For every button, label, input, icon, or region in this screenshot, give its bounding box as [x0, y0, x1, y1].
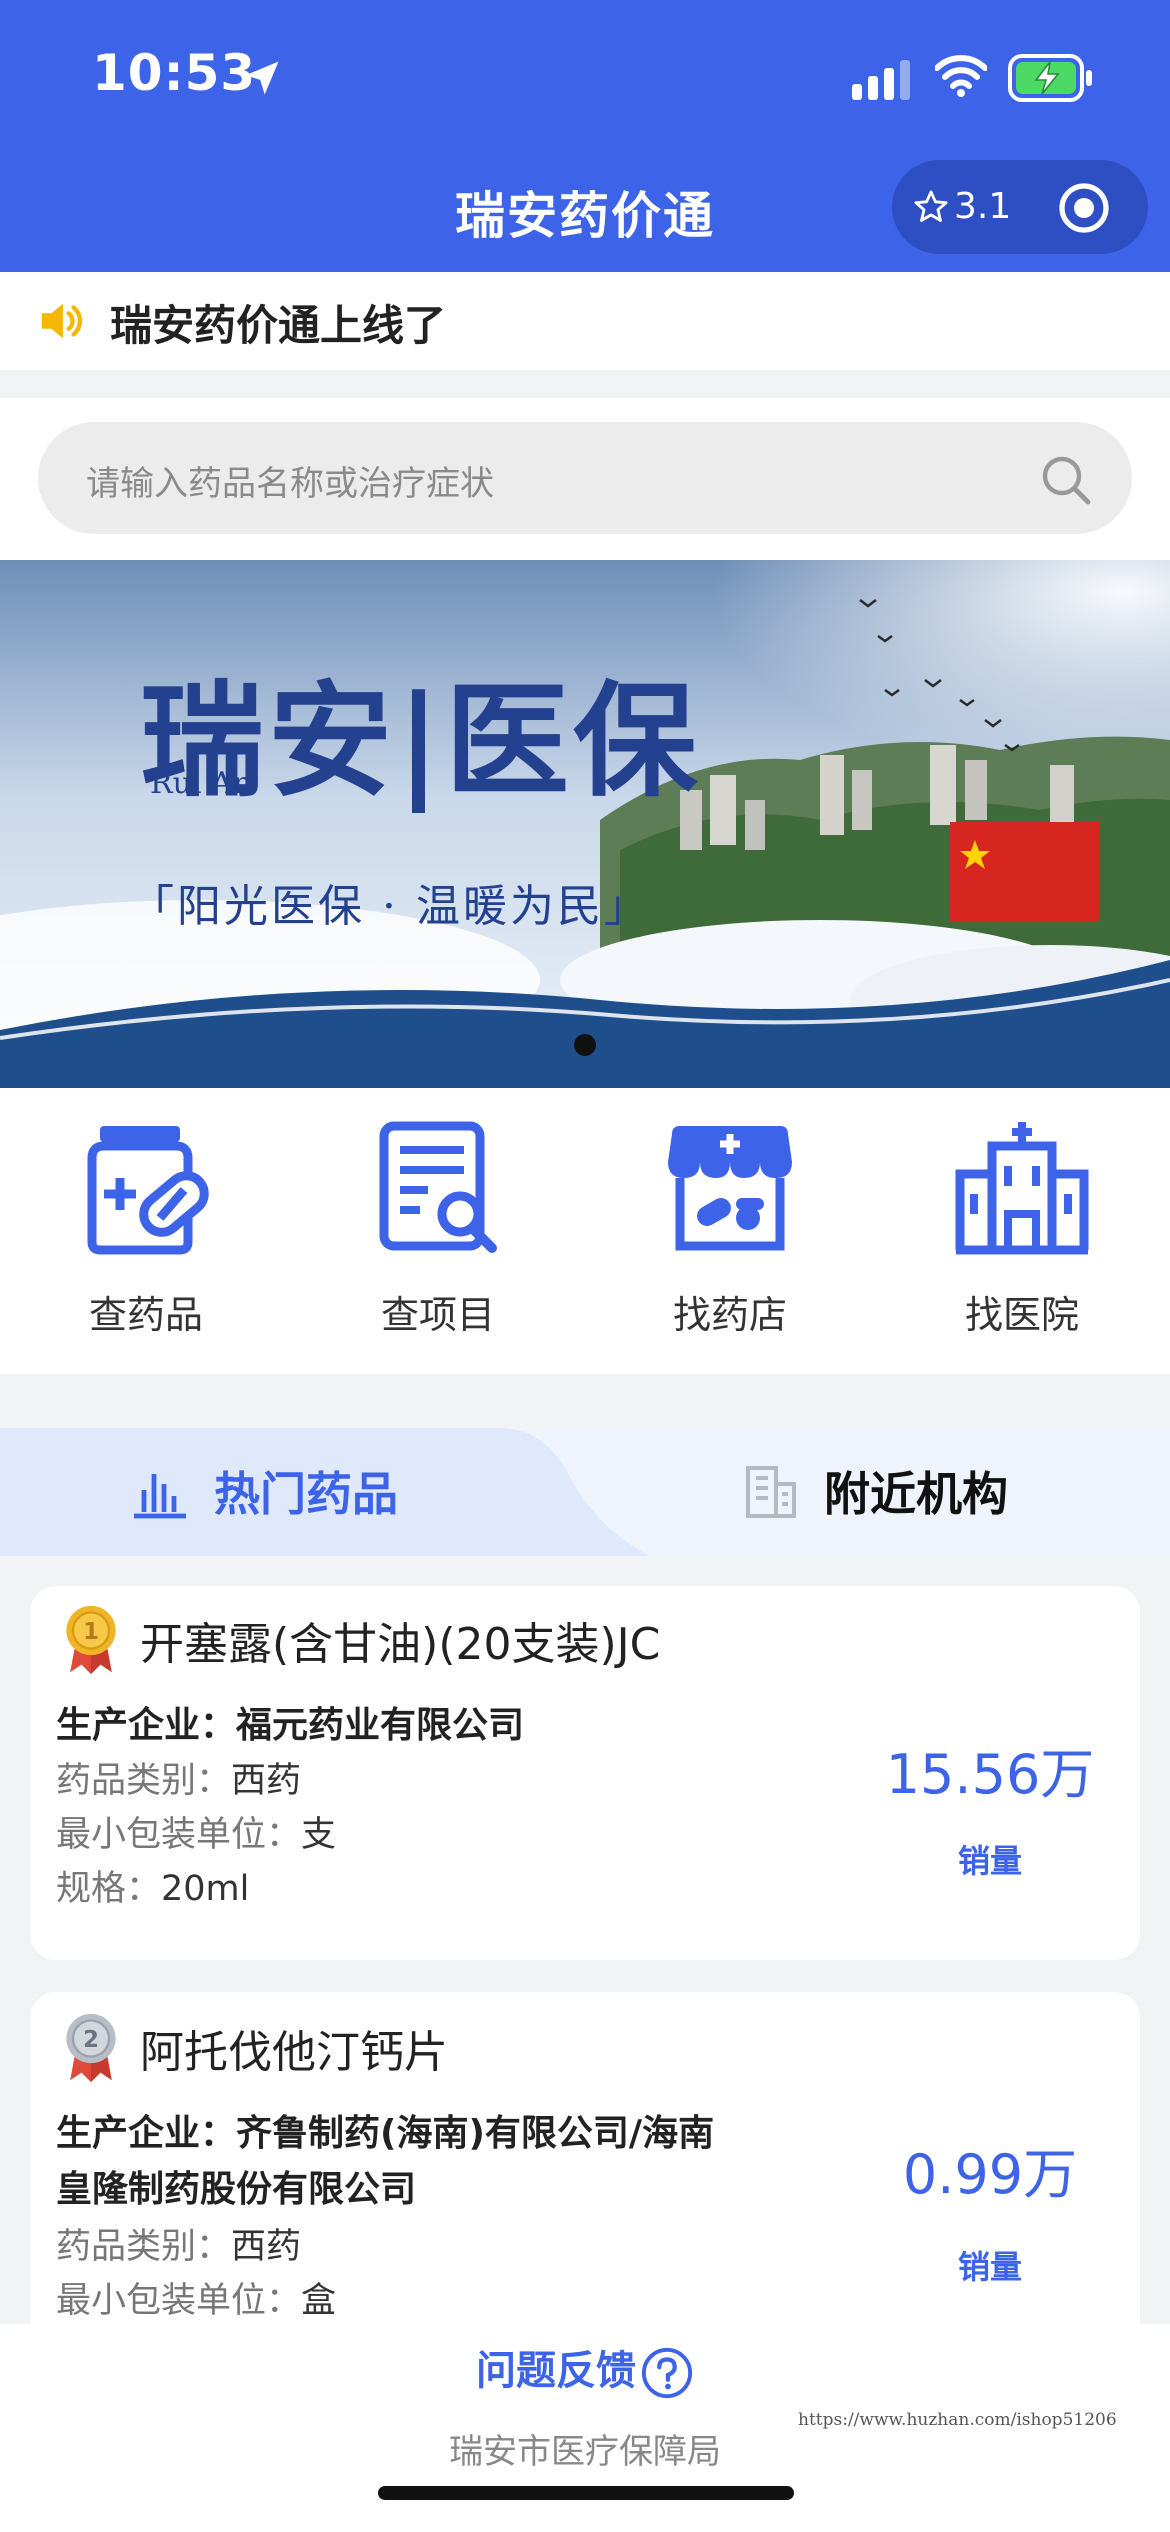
drug-spec: 规格：20ml	[56, 1860, 249, 1911]
drug-category: 药品类别：西药	[56, 1752, 301, 1803]
menu-item-search-medicine[interactable]: 查药品	[0, 1088, 292, 1374]
drug-company-line2: 皇隆制药股份有限公司	[56, 2169, 417, 2210]
close-target-icon[interactable]	[1056, 180, 1112, 236]
menu-label: 查项目	[380, 1293, 495, 1337]
search-section: 请输入药品名称或治疗症状	[0, 398, 1170, 560]
drug-card[interactable]: 2 阿托伐他汀钙片 生产企业：齐鲁制药(海南)有限公司/海南 皇隆制药股份有限公…	[30, 1992, 1140, 2352]
bar-chart-icon	[134, 1474, 186, 1519]
sales-label: 销量	[957, 1842, 1022, 1880]
speaker-icon	[41, 303, 82, 339]
hospital-building-icon	[955, 1122, 1089, 1255]
status-time: 10:53	[92, 44, 257, 102]
drug-name: 开塞露(含甘油)(20支装)JC	[140, 1619, 661, 1670]
agency-name: 瑞安市医疗保障局	[449, 2432, 721, 2472]
tab-hot-drugs[interactable]: 热门药品	[0, 1428, 560, 1556]
pharmacy-store-icon	[668, 1126, 792, 1251]
category-value: 西药	[231, 2227, 302, 2267]
notice-text: 瑞安药价通上线了	[110, 301, 447, 350]
capsule-score: 3.1	[954, 186, 1012, 227]
unit-label: 最小包装单位：	[56, 2281, 302, 2321]
drug-category: 药品类别：西药	[56, 2218, 301, 2269]
banner-slogan: 「阳光医保 · 温暖为民」	[130, 881, 651, 932]
search-placeholder: 请输入药品名称或治疗症状	[86, 464, 494, 504]
spec-value: 20ml	[161, 1869, 250, 1909]
section-tabs: 热门药品 附近机构	[0, 1428, 1170, 1556]
svg-text:1: 1	[83, 1619, 99, 1645]
feedback-link[interactable]: 问题反馈	[0, 2338, 1170, 2400]
drug-company: 生产企业：齐鲁制药(海南)有限公司/海南	[56, 2104, 714, 2156]
menu-item-find-hospital[interactable]: 找医院	[876, 1088, 1168, 1374]
svg-text:2: 2	[83, 2027, 99, 2053]
checklist-search-icon	[379, 1121, 497, 1253]
category-value: 西药	[231, 1761, 302, 1801]
category-label: 药品类别：	[56, 2227, 232, 2267]
menu-label: 找医院	[964, 1293, 1079, 1337]
menu-item-search-project[interactable]: 查项目	[292, 1088, 584, 1374]
company-label: 生产企业：	[56, 2113, 237, 2154]
sales-value: 15.56万	[885, 1743, 1095, 1806]
banner-subtitle: Rui An	[150, 766, 253, 801]
carousel-indicator[interactable]	[574, 1034, 596, 1056]
company-value: 福元药业有限公司	[236, 1705, 525, 1746]
app-page: 10:53 瑞安药价通 3.1 瑞安药价通上线了 请输入药品名称或治疗症状 瑞安…	[0, 0, 1170, 2532]
location-arrow-icon	[245, 61, 279, 95]
building-icon	[746, 1466, 796, 1518]
wifi-icon	[935, 55, 987, 97]
star-icon[interactable]	[912, 188, 950, 226]
question-icon	[641, 2347, 693, 2399]
sales-label: 销量	[957, 2248, 1022, 2286]
notice-bar[interactable]: 瑞安药价通上线了	[0, 272, 1170, 370]
home-indicator[interactable]	[378, 2486, 794, 2500]
silver-medal-icon: 2	[66, 2013, 116, 2083]
unit-value: 盒	[301, 2281, 337, 2321]
menu-label: 找药店	[672, 1293, 787, 1337]
tab-label: 附近机构	[824, 1467, 1008, 1521]
company-label: 生产企业：	[56, 1705, 237, 1746]
category-label: 药品类别：	[56, 1761, 232, 1801]
drug-name: 阿托伐他汀钙片	[140, 2027, 448, 2078]
cellular-signal-icon	[852, 60, 910, 100]
unit-label: 最小包装单位：	[56, 1815, 302, 1855]
drug-card[interactable]: 1 开塞露(含甘油)(20支装)JC 生产企业：福元药业有限公司 药品类别：西药…	[30, 1586, 1140, 1960]
gold-medal-icon: 1	[66, 1605, 116, 1675]
drug-company: 生产企业：福元药业有限公司	[56, 1696, 524, 1748]
battery-charging-icon	[1008, 54, 1092, 102]
sales-value: 0.99万	[902, 2143, 1078, 2206]
banner-carousel[interactable]: 瑞安|医保 Rui An 「阳光医保 · 温暖为民」	[0, 560, 1170, 1088]
search-icon[interactable]	[1038, 452, 1094, 508]
mini-program-capsule[interactable]: 3.1	[892, 160, 1148, 254]
company-value-line1: 齐鲁制药(海南)有限公司/海南	[236, 2113, 715, 2154]
menu-item-find-pharmacy[interactable]: 找药店	[584, 1088, 876, 1374]
drug-unit: 最小包装单位：盒	[56, 2272, 336, 2323]
feedback-label: 问题反馈	[476, 2348, 636, 2394]
quick-menu: 查药品 查项目 找药店 找医院	[0, 1088, 1170, 1374]
header: 10:53 瑞安药价通 3.1	[0, 0, 1170, 272]
unit-value: 支	[301, 1815, 337, 1855]
medicine-bottle-icon	[87, 1126, 209, 1255]
spec-label: 规格：	[56, 1869, 162, 1909]
drug-unit: 最小包装单位：支	[56, 1806, 336, 1857]
menu-label: 查药品	[88, 1293, 203, 1337]
tab-label: 热门药品	[214, 1467, 398, 1521]
footer: 问题反馈 https://www.huzhan.com/ishop51206 瑞…	[0, 2324, 1170, 2532]
tab-nearby-institutions[interactable]: 附近机构	[620, 1428, 1170, 1556]
search-input[interactable]: 请输入药品名称或治疗症状	[38, 422, 1132, 534]
